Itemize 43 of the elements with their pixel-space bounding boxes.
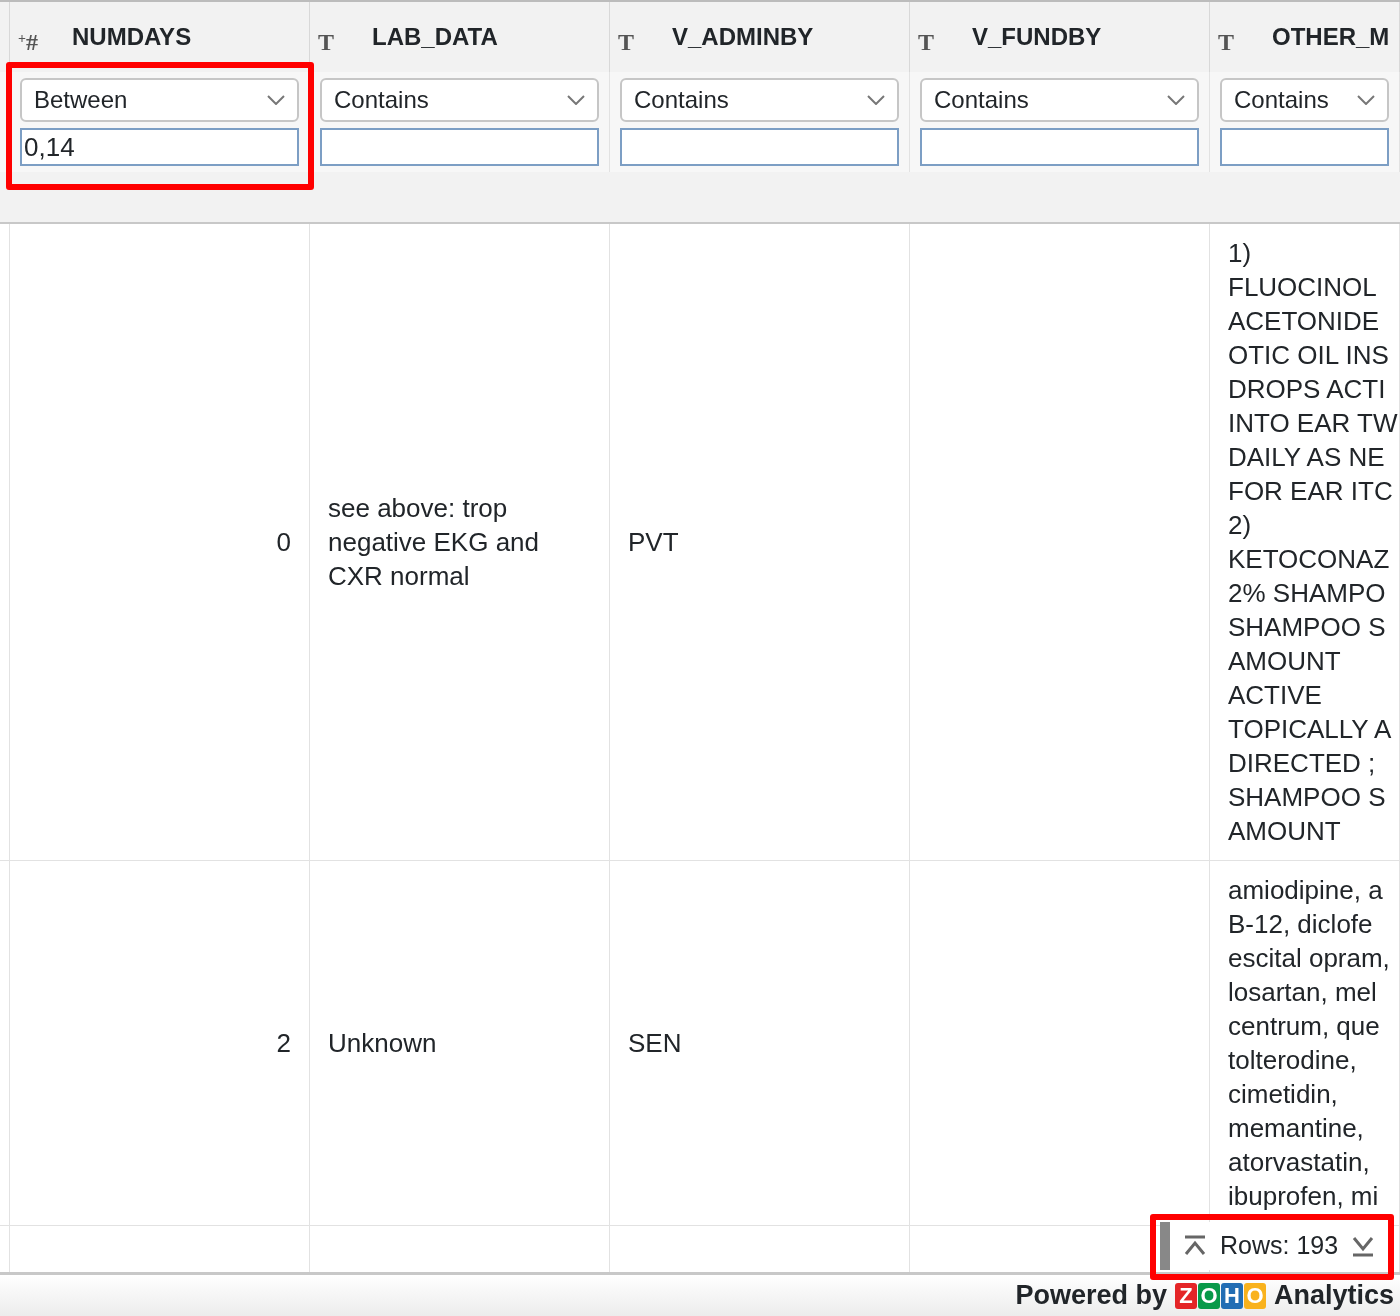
chevron-icon [1357, 95, 1375, 105]
table-cell-text: PVT [628, 526, 679, 559]
filter-dropdown[interactable]: Contains [1220, 78, 1389, 122]
chevron-icon [267, 95, 285, 105]
filter-input[interactable] [620, 128, 899, 166]
column-header[interactable]: LAB_DATA [372, 19, 498, 55]
table-cell-text: SEN [628, 1027, 682, 1060]
filter-dropdown[interactable]: Between [20, 78, 299, 122]
logo-letter: H [1220, 1282, 1243, 1309]
logo-letter: O [1243, 1282, 1266, 1309]
filter-input[interactable] [320, 128, 599, 166]
chevron-icon [1167, 95, 1185, 105]
table-cell-text: 0 [276, 526, 291, 559]
table-cell-text: amiodipine, a B-12, diclofe escital opram, losartan, mel centrum, que tolterodine, cimetidin, memantine, atorvastatin, ibuprofen, mi [1228, 874, 1390, 1213]
column-header[interactable]: V_FUNDBY [972, 19, 1102, 55]
table-cell-text: 2 [276, 1027, 291, 1060]
scroll-to-top-icon[interactable] [1184, 1235, 1206, 1257]
filter-input[interactable]: 0,14 [20, 128, 299, 166]
logo-letter: Z [1174, 1282, 1197, 1309]
powered-by-text: Powered by [1015, 1279, 1167, 1313]
text-type-glyph: T [1218, 28, 1234, 57]
filter-input[interactable] [920, 128, 1199, 166]
column-header[interactable]: V_ADMINBY [672, 19, 814, 55]
chevron-icon [867, 95, 885, 105]
filter-dropdown[interactable]: Contains [920, 78, 1199, 122]
table-cell-text: 1) FLUOCINOL ACETONIDE OTIC OIL INS DROPS ACTI INTO EAR TW DAILY AS NE FOR EAR ITC 2) KETOCONAZ 2% SHAMPO SHAMPOO S AMOUNT ACTIVE TOPICALLY A DIRECTED ; SHAMPOO S AMOUNT [1228, 237, 1398, 848]
filter-dropdown[interactable]: Contains [320, 78, 599, 122]
text-type-glyph: T [618, 28, 634, 57]
filter-dropdown[interactable]: Contains [620, 78, 899, 122]
product-name: Analytics [1273, 1279, 1394, 1313]
table-cell-text: see above: trop negative EKG and CXR normal [328, 492, 541, 593]
scroll-to-bottom-icon[interactable] [1352, 1235, 1375, 1257]
row-count: Rows: 193 [1220, 1230, 1339, 1262]
logo-letter: O [1197, 1282, 1220, 1309]
column-header[interactable]: OTHER_M [1272, 19, 1390, 55]
chevron-icon [567, 95, 585, 105]
table-cell-text: Unknown [328, 1027, 437, 1060]
filter-input[interactable] [1220, 128, 1389, 166]
column-header[interactable]: NUMDAYS [72, 19, 192, 55]
text-type-glyph: T [318, 28, 334, 57]
panel-handle[interactable] [1160, 1222, 1170, 1270]
text-type-glyph: T [918, 28, 934, 57]
number-type-glyph: $^{+}$# [18, 28, 38, 57]
